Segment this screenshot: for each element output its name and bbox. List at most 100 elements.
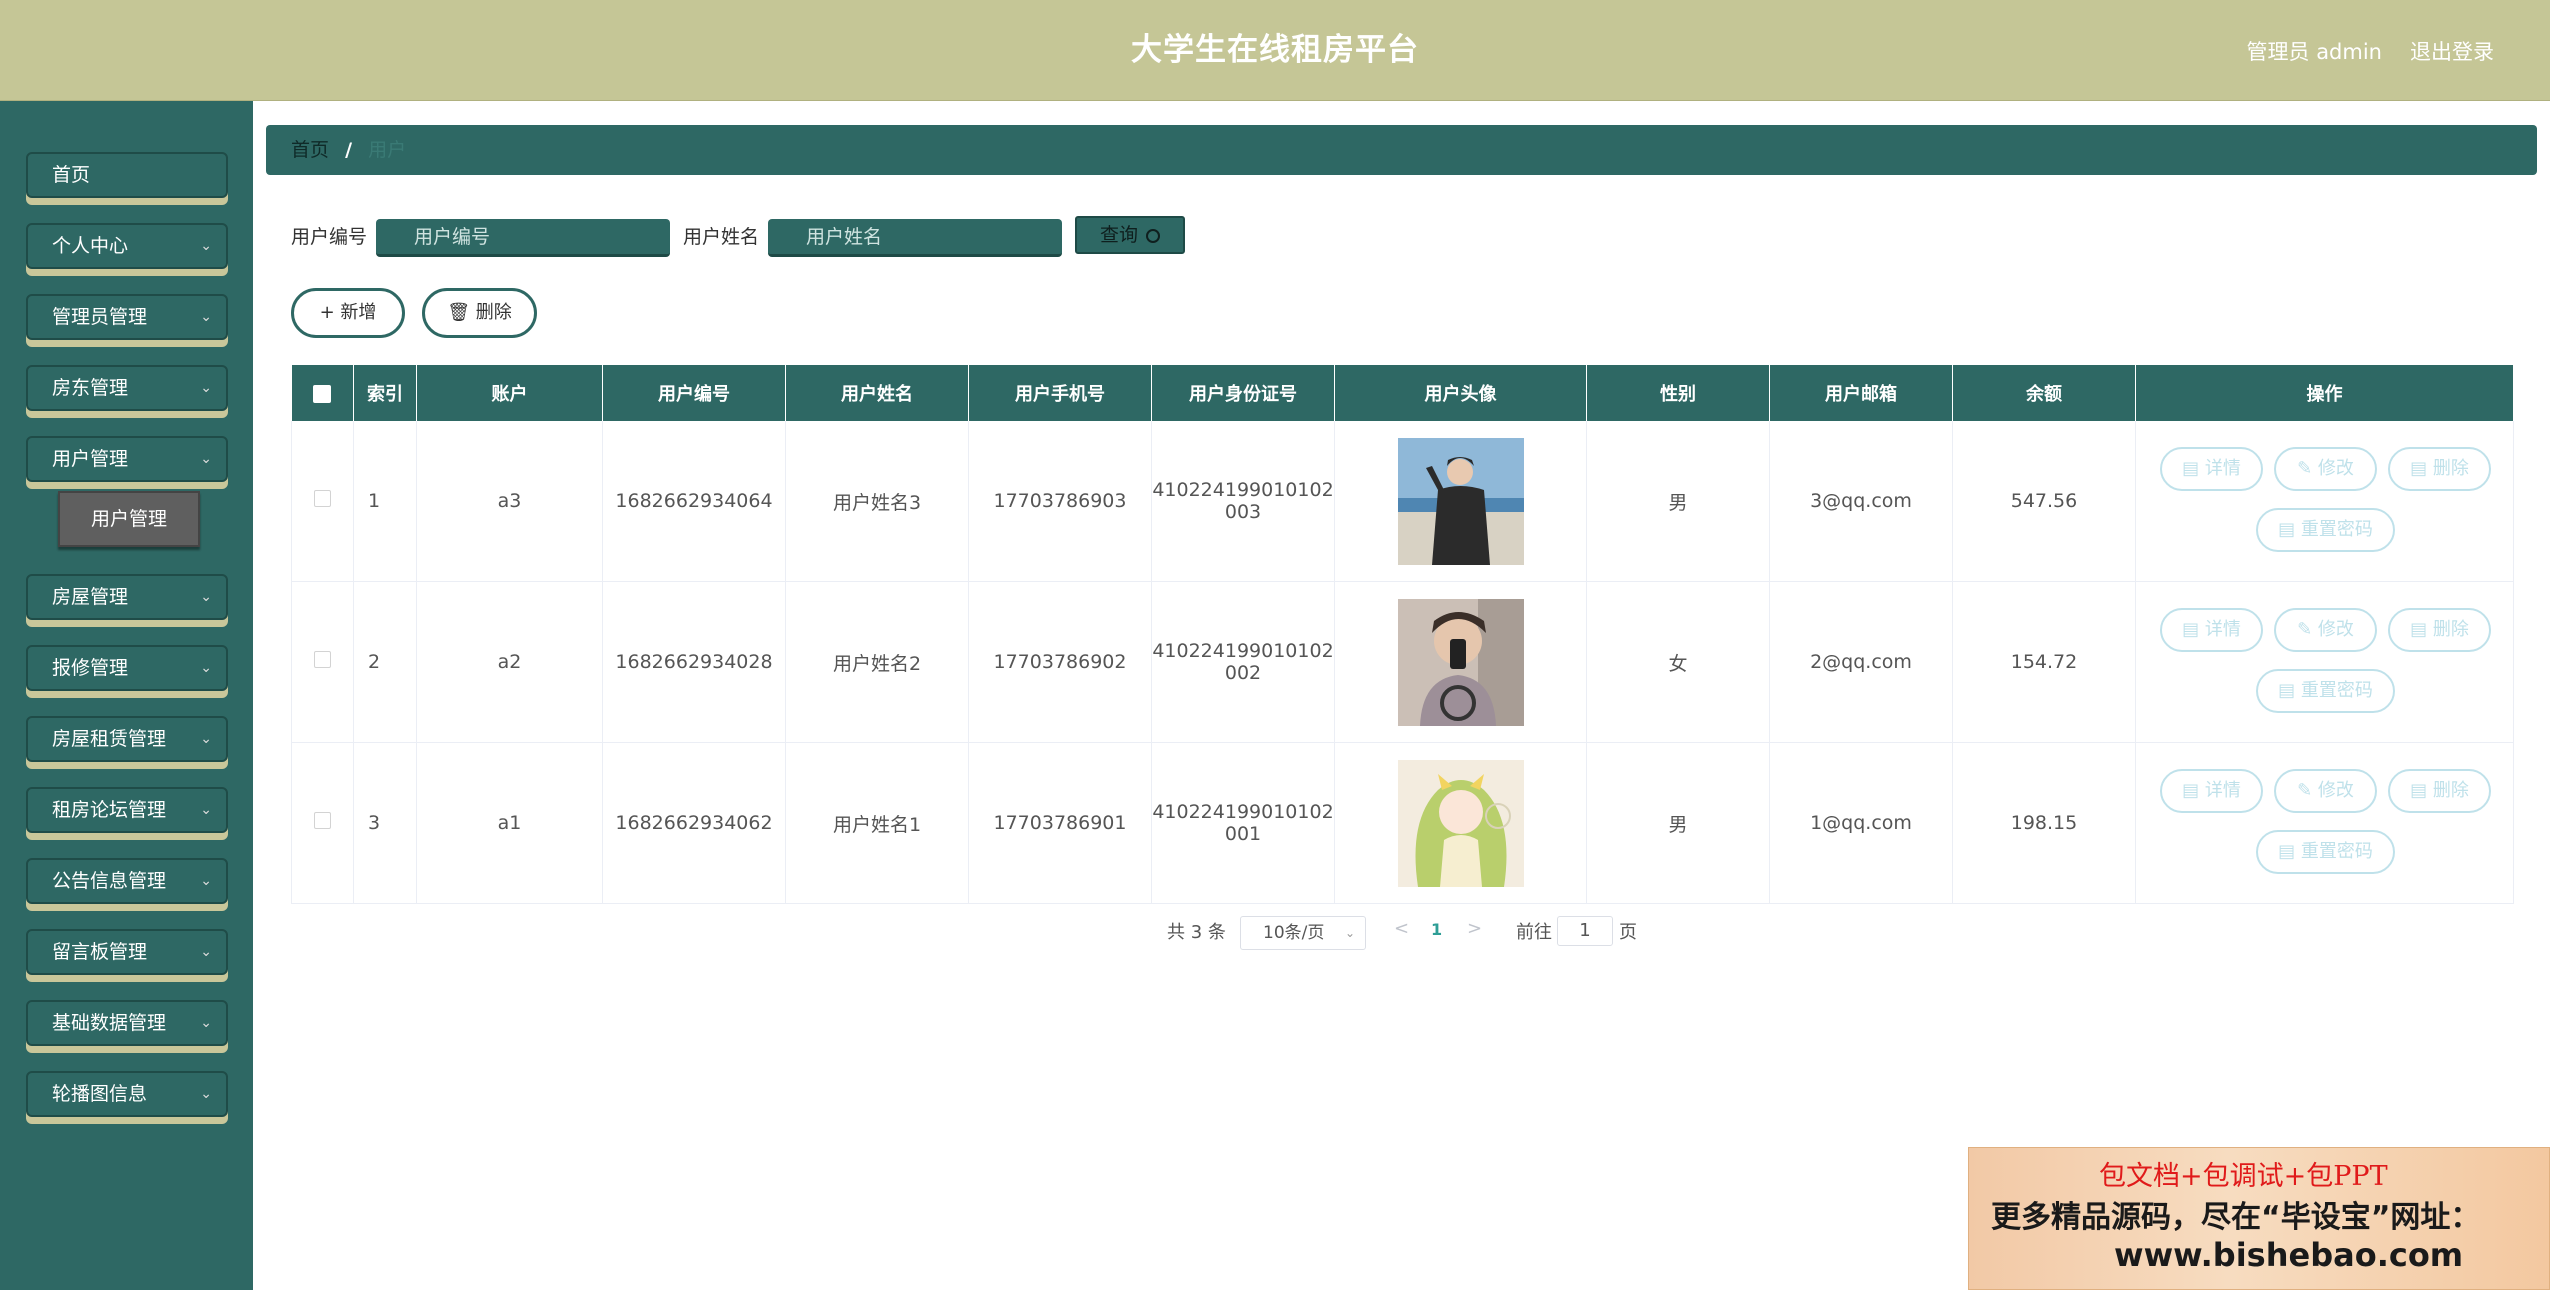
cell-balance: 547.56: [1952, 421, 2136, 582]
row-delete-button[interactable]: ▤ 删除: [2388, 769, 2491, 813]
cell-phone: 17703786902: [968, 581, 1152, 743]
edit-button[interactable]: ✎ 修改: [2274, 608, 2377, 652]
row-delete-button[interactable]: ▤ 删除: [2388, 608, 2491, 652]
select-all-checkbox[interactable]: [313, 384, 332, 403]
sidebar-item-message-board[interactable]: 留言板管理 ⌄: [26, 929, 228, 975]
logout-link[interactable]: 退出登录: [2410, 36, 2494, 66]
edit-label: 修改: [2317, 780, 2354, 801]
detail-button[interactable]: ▤ 详情: [2160, 447, 2263, 491]
user-name-input[interactable]: [768, 219, 1062, 257]
pencil-icon: ✎: [2297, 619, 2313, 640]
sidebar-item-house-management[interactable]: 房屋管理 ⌄: [26, 574, 228, 620]
row-checkbox[interactable]: [314, 490, 331, 507]
query-button[interactable]: 查询: [1075, 216, 1185, 254]
page-size-select[interactable]: 10条/页 ⌄: [1240, 916, 1366, 950]
sidebar-item-user-management[interactable]: 用户管理 ⌄: [26, 436, 228, 482]
reset-password-button[interactable]: ▤ 重置密码: [2256, 669, 2395, 713]
column-header: 用户姓名: [785, 365, 969, 421]
sidebar-item-label: 留言板管理: [52, 941, 148, 963]
cell-gender: 男: [1586, 742, 1770, 904]
delete-button[interactable]: 🗑 删除: [422, 288, 537, 338]
sidebar-item-repair-management[interactable]: 报修管理 ⌄: [26, 645, 228, 691]
sidebar-item-carousel[interactable]: 轮播图信息 ⌄: [26, 1071, 228, 1117]
column-header: 用户邮箱: [1769, 365, 1953, 421]
sidebar-item-personal-center[interactable]: 个人中心 ⌄: [26, 223, 228, 269]
trash-icon: ▤: [2410, 458, 2428, 479]
sidebar-item-admin-management[interactable]: 管理员管理 ⌄: [26, 294, 228, 340]
edit-button[interactable]: ✎ 修改: [2274, 447, 2377, 491]
sidebar-item-label: 基础数据管理: [52, 1012, 167, 1034]
cell-email: 1@qq.com: [1769, 742, 1953, 904]
sidebar-subitem-user-management[interactable]: 用户管理: [58, 491, 200, 547]
user-no-input[interactable]: [376, 219, 670, 257]
column-header: 性别: [1586, 365, 1770, 421]
avatar-image: [1397, 598, 1524, 726]
goto-prefix: 前往: [1516, 922, 1552, 943]
table-row: 1 a3 1682662934064 用户姓名3 17703786903 410…: [291, 421, 2514, 582]
sidebar-item-home[interactable]: 首页: [26, 152, 228, 198]
add-button[interactable]: + 新增: [291, 288, 405, 338]
table-row: 3 a1 1682662934062 用户姓名1 17703786901 410…: [291, 742, 2514, 904]
id-card-part: 002: [1224, 662, 1262, 684]
cell-gender: 女: [1586, 581, 1770, 743]
detail-label: 详情: [2204, 780, 2241, 801]
row-checkbox[interactable]: [314, 812, 331, 829]
column-header: 用户身份证号: [1151, 365, 1335, 421]
cell-index: 2: [353, 581, 417, 743]
cell-ops: ▤ 详情 ✎ 修改 ▤ 删除 ▤ 重置密码: [2135, 742, 2514, 904]
user-name-label: 用户姓名: [683, 226, 760, 248]
delete-label: 删除: [2432, 780, 2469, 801]
table-row: 2 a2 1682662934028 用户姓名2 17703786902 410…: [291, 581, 2514, 743]
column-header: 操作: [2135, 365, 2514, 421]
cell-phone: 17703786901: [968, 742, 1152, 904]
doc-icon: ▤: [2182, 458, 2200, 479]
delete-button-label: 删除: [475, 302, 512, 323]
cell-name: 用户姓名3: [785, 421, 969, 582]
chevron-down-icon: ⌄: [1344, 926, 1355, 940]
sidebar-item-label: 租房论坛管理: [52, 799, 167, 821]
cell-balance: 198.15: [1952, 742, 2136, 904]
reset-label: 重置密码: [2300, 680, 2373, 701]
detail-button[interactable]: ▤ 详情: [2160, 769, 2263, 813]
doc-icon: ▤: [2278, 841, 2296, 862]
delete-label: 删除: [2432, 619, 2469, 640]
row-delete-button[interactable]: ▤ 删除: [2388, 447, 2491, 491]
cell-account: a2: [416, 581, 603, 743]
cell-avatar: [1334, 421, 1587, 582]
chevron-down-icon: ⌄: [200, 873, 212, 889]
column-header: 用户编号: [602, 365, 786, 421]
reset-password-button[interactable]: ▤ 重置密码: [2256, 830, 2395, 874]
goto-suffix: 页: [1619, 922, 1637, 943]
cell-email: 3@qq.com: [1769, 421, 1953, 582]
sidebar-item-notice-management[interactable]: 公告信息管理 ⌄: [26, 858, 228, 904]
cell-id-card: 410224199010102 003: [1151, 421, 1335, 582]
pagination-total: 共 3 条: [1167, 922, 1226, 943]
sidebar-item-basic-data[interactable]: 基础数据管理 ⌄: [26, 1000, 228, 1046]
row-checkbox[interactable]: [314, 651, 331, 668]
row-select-cell: [291, 581, 354, 743]
sidebar-item-rental-management[interactable]: 房屋租赁管理 ⌄: [26, 716, 228, 762]
sidebar-item-label: 用户管理: [52, 448, 129, 470]
sidebar: 首页 个人中心 ⌄ 管理员管理 ⌄ 房东管理 ⌄ 用户管理 ⌄ 用户管理 房屋管理 ⌄ 报…: [0, 101, 253, 1290]
search-icon: [1146, 228, 1161, 243]
trash-icon: ▤: [2410, 619, 2428, 640]
next-page-icon[interactable]: >: [1467, 918, 1482, 939]
sidebar-item-forum-management[interactable]: 租房论坛管理 ⌄: [26, 787, 228, 833]
doc-icon: ▤: [2278, 519, 2296, 540]
edit-button[interactable]: ✎ 修改: [2274, 769, 2377, 813]
sidebar-item-landlord-management[interactable]: 房东管理 ⌄: [26, 365, 228, 411]
chevron-down-icon: ⌄: [200, 238, 212, 254]
cell-avatar: [1334, 581, 1587, 743]
goto-page-input[interactable]: 1: [1557, 916, 1613, 946]
prev-page-icon[interactable]: <: [1394, 918, 1409, 939]
watermark-banner: 包文档+包调试+包PPT 更多精品源码，尽在“毕设宝”网址： www.bishe…: [1968, 1147, 2550, 1290]
detail-button[interactable]: ▤ 详情: [2160, 608, 2263, 652]
add-button-label: 新增: [340, 302, 377, 323]
column-header: 余额: [1952, 365, 2136, 421]
cell-phone: 17703786903: [968, 421, 1152, 582]
breadcrumb-separator: /: [345, 139, 353, 161]
page-number-current[interactable]: 1: [1431, 920, 1442, 939]
sidebar-item-label: 首页: [52, 164, 91, 186]
reset-password-button[interactable]: ▤ 重置密码: [2256, 508, 2395, 552]
breadcrumb-home[interactable]: 首页: [291, 139, 329, 161]
